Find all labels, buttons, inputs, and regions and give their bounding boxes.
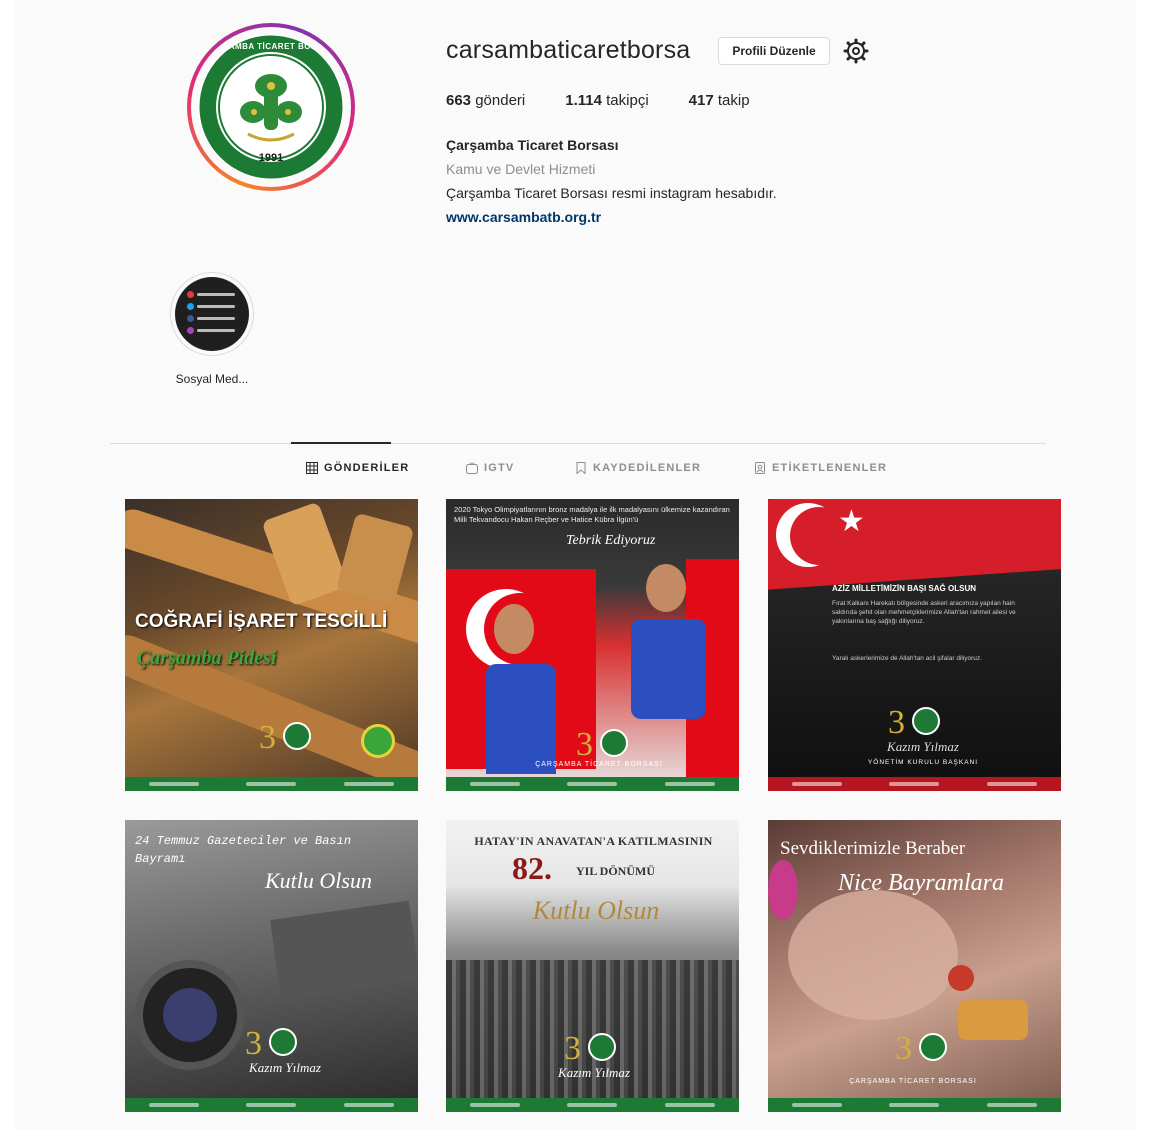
profile-avatar[interactable]: ÇARŞAMBA TİCARET BORSASI 1991 — [187, 23, 355, 191]
post-1-headline: COĞRAFİ İŞARET TESCİLLİ — [135, 611, 388, 632]
post-tile-3[interactable]: ★ AZİZ MİLLETİMİZİN BAŞI SAĞ OLSUN Fırat… — [768, 499, 1061, 791]
svg-text:3: 3 — [245, 1025, 262, 1060]
post-3-note: Yaralı askerlerimize de Allah'tan acil ş… — [832, 655, 982, 662]
profile-bio: Çarşamba Ticaret Borsası Kamu ve Devlet … — [446, 133, 777, 229]
logo-text: ÇARŞAMBA TİCARET BORSASI — [204, 42, 338, 51]
anniversary-30-emblem-icon: 3 — [886, 699, 946, 741]
post-3-body: Fırat Kalkanı Harekatı bölgesinde askeri… — [832, 600, 1016, 625]
borsa-logo-icon: ÇARŞAMBA TİCARET BORSASI 1991 — [198, 34, 344, 180]
post-5-headline: HATAY'IN ANAVATAN'A KATILMASININ — [474, 834, 713, 848]
followers-count[interactable]: 1.114 takipçi — [565, 92, 648, 109]
grid-icon — [306, 462, 318, 474]
active-tab-indicator — [291, 442, 391, 444]
post-4-subline: Kutlu Olsun — [265, 868, 372, 893]
geographic-mark-icon — [361, 724, 395, 758]
post-2-headline: 2020 Tokyo Olimpiyatlarının bronz madaly… — [454, 505, 730, 524]
tab-saved[interactable]: KAYDEDİLENLER — [575, 462, 701, 474]
post-5-sign: Kazım Yılmaz — [558, 1065, 630, 1080]
tag-icon — [755, 462, 765, 474]
post-3-sign: Kazım Yılmaz — [887, 739, 959, 754]
post-5-subline: Kutlu Olsun — [532, 896, 660, 925]
post-4-headline: 24 Temmuz Gazeteciler ve Basın Bayramı — [135, 834, 352, 866]
following-count[interactable]: 417 takip — [689, 92, 750, 109]
anniversary-30-emblem-icon: 3 — [243, 1020, 303, 1062]
anniversary-30-emblem-icon: 3 — [257, 714, 317, 756]
profile-category: Kamu ve Devlet Hizmeti — [446, 161, 596, 177]
profile-stats: 663 gönderi 1.114 takipçi 417 takip — [446, 92, 790, 109]
social-media-icon — [175, 277, 249, 351]
post-tile-6[interactable]: Sevdiklerimizle Beraber Nice Bayramlara … — [768, 820, 1061, 1112]
post-footer — [125, 777, 418, 791]
svg-text:3: 3 — [888, 704, 905, 739]
post-3-headline: AZİZ MİLLETİMİZİN BAŞI SAĞ OLSUN — [832, 584, 976, 593]
highlight-sosyal-medya[interactable] — [170, 272, 254, 356]
svg-text:3: 3 — [576, 726, 593, 761]
svg-text:3: 3 — [564, 1030, 581, 1065]
post-2-subline: Tebrik Ediyoruz — [566, 533, 656, 548]
tab-tagged[interactable]: ETİKETLENENLER — [754, 462, 887, 474]
post-footer — [446, 1098, 739, 1112]
post-tile-2[interactable]: 2020 Tokyo Olimpiyatlarının bronz madaly… — [446, 499, 739, 791]
post-footer — [768, 1098, 1061, 1112]
highlight-label: Sosyal Med... — [175, 372, 249, 386]
svg-text:3: 3 — [895, 1030, 912, 1065]
post-tile-5[interactable]: HATAY'IN ANAVATAN'A KATILMASININ 82. YIL… — [446, 820, 739, 1112]
post-3-sign-title: YÖNETİM KURULU BAŞKANI — [867, 759, 979, 766]
anniversary-30-emblem-icon: 3 — [574, 721, 634, 763]
igtv-icon — [466, 462, 478, 474]
tab-igtv[interactable]: IGTV — [466, 462, 514, 474]
profile-bio-text: Çarşamba Ticaret Borsası resmi instagram… — [446, 185, 777, 201]
bookmark-icon — [576, 462, 586, 474]
profile-full-name: Çarşamba Ticaret Borsası — [446, 137, 619, 153]
post-tile-4[interactable]: 24 Temmuz Gazeteciler ve Basın Bayramı K… — [125, 820, 418, 1112]
post-6-subline: Nice Bayramlara — [838, 870, 1004, 896]
profile-website-link[interactable]: www.carsambatb.org.tr — [446, 209, 601, 225]
logo-year: 1991 — [258, 152, 284, 164]
posts-count: 663 gönderi — [446, 92, 526, 109]
post-6-headline: Sevdiklerimizle Beraber — [780, 838, 966, 859]
post-footer — [446, 777, 739, 791]
post-1-subline: Çarşamba Pidesi — [137, 647, 277, 669]
post-5-number: 82. — [512, 850, 552, 886]
crescent-star-icon: ★ — [838, 505, 865, 538]
post-footer — [768, 777, 1061, 791]
post-footer — [125, 1098, 418, 1112]
svg-text:3: 3 — [259, 719, 276, 754]
post-4-sign: Kazım Yılmaz — [249, 1060, 321, 1075]
edit-profile-button[interactable]: Profili Düzenle — [718, 37, 830, 65]
post-tile-1[interactable]: COĞRAFİ İŞARET TESCİLLİ Çarşamba Pidesi … — [125, 499, 418, 791]
post-2-footer-text: ÇARŞAMBA TİCARET BORSASI — [535, 761, 663, 768]
anniversary-30-emblem-icon: 3 — [893, 1025, 953, 1067]
profile-username: carsambaticaretborsa — [446, 36, 691, 64]
tabs-divider — [110, 443, 1046, 444]
gear-icon[interactable] — [843, 38, 869, 64]
post-6-footer-text: ÇARŞAMBA TİCARET BORSASI — [849, 1078, 977, 1085]
tab-posts[interactable]: GÖNDERİLER — [306, 462, 409, 474]
anniversary-30-emblem-icon: 3 — [562, 1025, 622, 1067]
post-5-number-label: YIL DÖNÜMÜ — [576, 864, 656, 878]
